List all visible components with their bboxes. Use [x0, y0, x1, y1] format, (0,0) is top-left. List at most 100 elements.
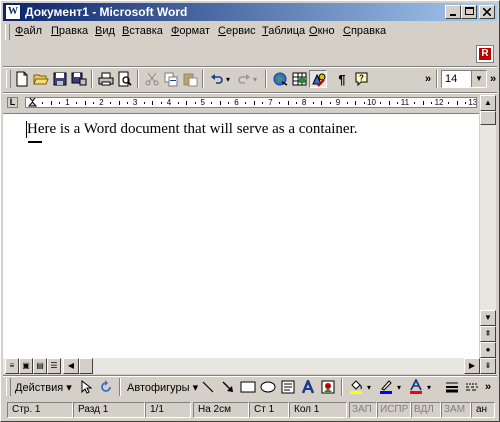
copy-button[interactable]: [162, 70, 180, 88]
status-overtype[interactable]: ЗАМ: [441, 402, 471, 418]
menu-edit[interactable]: Правка: [51, 25, 88, 37]
document-text[interactable]: Here is a Word document that will serve …: [27, 121, 358, 138]
menu-insert[interactable]: Вставка: [122, 25, 163, 37]
open-button[interactable]: [32, 70, 50, 88]
web-layout-view-button[interactable]: ▣: [19, 358, 33, 374]
tables-borders-button[interactable]: [290, 70, 308, 88]
fill-color-button[interactable]: [347, 378, 365, 396]
font-color-dropdown[interactable]: ▾: [425, 378, 433, 396]
menu-file[interactable]: Файл: [15, 25, 42, 37]
ruler-number: 8: [301, 98, 307, 107]
insert-wordart-button[interactable]: [299, 378, 317, 396]
toolbar-divider: [436, 70, 438, 88]
menu-help[interactable]: Справка: [343, 25, 386, 37]
select-objects-button[interactable]: [77, 378, 95, 396]
outline-view-button[interactable]: ☰: [47, 358, 61, 374]
undo-dropdown[interactable]: ▾: [223, 70, 233, 88]
drawing-toolbar-toggle[interactable]: [309, 70, 327, 88]
print-layout-view-button[interactable]: ▤: [33, 358, 47, 374]
previous-page-button[interactable]: ⇞: [480, 326, 496, 342]
menu-tools[interactable]: Сервис: [218, 25, 256, 37]
font-color-button[interactable]: [407, 378, 425, 396]
toolbar-grip[interactable]: [6, 70, 11, 88]
next-page-button[interactable]: ⇟: [480, 358, 496, 374]
insert-clipart-button[interactable]: [319, 378, 337, 396]
chevron-down-icon[interactable]: ▼: [471, 71, 486, 87]
ruler-number: 2: [99, 98, 104, 107]
toolbar-grip[interactable]: [6, 378, 11, 396]
close-button[interactable]: [479, 5, 495, 19]
send-email-button[interactable]: [70, 70, 88, 88]
chevron-down-icon: ▾: [252, 74, 257, 84]
more-chevron-icon: »: [489, 73, 497, 85]
menu-format[interactable]: Формат: [171, 25, 210, 37]
maximize-button[interactable]: [461, 5, 477, 19]
arrow-tool-button[interactable]: [219, 378, 237, 396]
fill-color-dropdown[interactable]: ▾: [365, 378, 373, 396]
redo-icon: [238, 74, 250, 84]
cut-button[interactable]: [143, 70, 161, 88]
scroll-thumb[interactable]: [480, 111, 496, 125]
help-assistant-icon: ?: [355, 72, 367, 86]
scroll-right-button[interactable]: ▶: [464, 358, 480, 374]
free-rotate-button[interactable]: [97, 378, 115, 396]
status-record-macro[interactable]: ЗАП: [349, 402, 377, 418]
horizontal-scrollbar[interactable]: ≡ ▣ ▤ ☰ ◀ ▶: [3, 358, 480, 374]
line-style-button[interactable]: [443, 378, 461, 396]
oval-tool-button[interactable]: [259, 378, 277, 396]
title-bar[interactable]: W Документ1 - Microsoft Word: [3, 3, 497, 21]
chevron-down-icon: ▾: [225, 74, 230, 84]
ruler-track[interactable]: 1 2 3 4 5 6 7 8 9 10 11 12 13: [25, 97, 477, 108]
insert-hyperlink-button[interactable]: [271, 70, 289, 88]
save-button[interactable]: [51, 70, 69, 88]
normal-view-button[interactable]: ≡: [5, 358, 19, 374]
tab-selector[interactable]: L: [7, 97, 18, 108]
scroll-down-button[interactable]: ▼: [480, 310, 496, 326]
copy-icon: [164, 72, 177, 86]
draw-actions-menu[interactable]: Действия ▾: [15, 381, 72, 394]
scroll-left-button[interactable]: ◀: [63, 358, 79, 374]
double-up-icon: ⇞: [484, 329, 492, 338]
print-preview-button[interactable]: [116, 70, 134, 88]
print-button[interactable]: [97, 70, 115, 88]
text-box-button[interactable]: [279, 378, 297, 396]
ruler-tick: [186, 101, 188, 105]
dash-style-button[interactable]: [463, 378, 481, 396]
status-language[interactable]: ан: [471, 402, 495, 418]
document-area[interactable]: Here is a Word document that will serve …: [3, 113, 479, 358]
drawing-more-button[interactable]: »: [483, 378, 493, 396]
office-assistant-button[interactable]: ?: [352, 70, 370, 88]
show-hide-formatting-button[interactable]: ¶: [333, 70, 351, 88]
scroll-up-button[interactable]: ▲: [480, 95, 496, 111]
status-track-changes[interactable]: ИСПР: [377, 402, 411, 418]
word-app-icon[interactable]: W: [5, 4, 21, 20]
paste-button[interactable]: [181, 70, 199, 88]
autoshapes-menu[interactable]: Автофигуры ▾: [127, 381, 198, 394]
more-chevron-icon: »: [484, 381, 492, 393]
formatting-more-button[interactable]: »: [489, 70, 497, 88]
redo-dropdown[interactable]: ▾: [250, 70, 260, 88]
vertical-scrollbar[interactable]: ▲ ▼ ⇞ ● ⇟: [480, 95, 496, 375]
menubar-grip[interactable]: [5, 24, 10, 40]
rectangle-tool-button[interactable]: [239, 378, 257, 396]
ruler-tick: [126, 102, 128, 104]
new-document-button[interactable]: [13, 70, 31, 88]
hscroll-thumb[interactable]: [79, 358, 93, 374]
menu-window[interactable]: Окно: [309, 25, 335, 37]
line-color-dropdown[interactable]: ▾: [395, 378, 403, 396]
indent-marker-icon[interactable]: [28, 97, 38, 108]
font-size-combo[interactable]: 14 ▼: [441, 70, 487, 88]
document-control-icon[interactable]: R: [476, 45, 494, 63]
svg-text:?: ?: [359, 73, 364, 82]
line-tool-button[interactable]: [199, 378, 217, 396]
horizontal-ruler[interactable]: L 1 2 3 4 5 6 7 8 9 10 11 12 13: [3, 94, 497, 112]
select-browse-object-button[interactable]: ●: [480, 342, 496, 358]
line-style-icon: [446, 382, 458, 393]
menu-view[interactable]: Вид: [95, 25, 115, 37]
menu-table[interactable]: Таблица: [262, 25, 305, 37]
line-color-button[interactable]: [377, 378, 395, 396]
toolbar-more-button[interactable]: »: [423, 70, 433, 88]
arrow-down-icon: ▼: [484, 313, 492, 322]
minimize-button[interactable]: [445, 5, 461, 19]
status-extend-selection[interactable]: ВДЛ: [411, 402, 441, 418]
